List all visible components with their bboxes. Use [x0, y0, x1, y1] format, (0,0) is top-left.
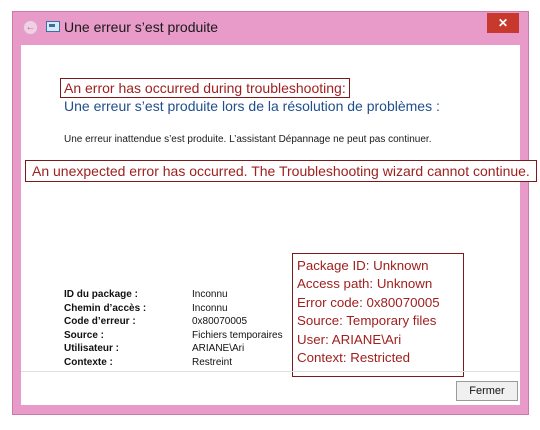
window-title: Une erreur s’est produite: [64, 19, 219, 35]
detail-label: Source :: [64, 329, 105, 341]
annotation-line: User: ARIANE\Ari: [297, 331, 402, 347]
error-dialog-window: ✕ ← Une erreur s’est produite An error h…: [12, 11, 537, 415]
detail-label: Chemin d’accès :: [64, 302, 147, 314]
annotation-line: Package ID: Unknown: [297, 258, 429, 273]
detail-label: Utilisateur :: [64, 343, 120, 354]
detail-label: Code d’erreur :: [64, 316, 136, 327]
annotation-heading-en: An error has occurred during troubleshoo…: [60, 78, 350, 98]
annotation-line: Access path: Unknown: [297, 276, 433, 292]
error-message: Une erreur inattendue s’est produite. L’…: [64, 134, 432, 145]
detail-label: ID du package :: [64, 289, 138, 300]
dialog-content: An error has occurred during troubleshoo…: [21, 45, 537, 405]
detail-value: Fichiers temporaires: [192, 329, 283, 341]
back-arrow-icon[interactable]: ←: [23, 20, 38, 35]
detail-row-path: Chemin d’accès : Inconnu: [64, 303, 283, 317]
detail-row-error-code: Code d’erreur : 0x80070005: [64, 316, 283, 330]
error-details: ID du package : Inconnu Chemin d’accès :…: [64, 289, 283, 370]
detail-row-source: Source : Fichiers temporaires: [64, 330, 283, 344]
detail-value: 0x80070005: [192, 316, 248, 327]
main-instruction: Une erreur s’est produite lors de la rés…: [64, 98, 440, 114]
close-icon: ✕: [497, 16, 509, 30]
detail-value: ARIANE\Ari: [192, 343, 245, 354]
annotation-message-en: An unexpected error has occurred. The Tr…: [25, 160, 537, 182]
detail-value: Inconnu: [192, 302, 228, 314]
close-dialog-button[interactable]: Fermer: [456, 381, 518, 401]
footer-divider: [21, 371, 520, 372]
detail-row-context: Contexte : Restreint: [64, 357, 283, 371]
detail-row-user: Utilisateur : ARIANE\Ari: [64, 343, 283, 357]
annotation-details-en: Package ID: Unknown Access path: Unknown…: [292, 253, 464, 377]
detail-value: Inconnu: [192, 289, 228, 300]
detail-row-package-id: ID du package : Inconnu: [64, 289, 283, 303]
annotation-line: Source: Temporary files: [297, 313, 437, 329]
detail-label: Contexte :: [64, 356, 113, 368]
annotation-line: Error code: 0x80070005: [297, 294, 440, 310]
detail-value: Restreint: [192, 356, 233, 368]
annotation-line: Context: Restricted: [297, 350, 411, 366]
window-close-button[interactable]: ✕: [487, 13, 519, 33]
troubleshooting-window-icon: [46, 21, 60, 32]
